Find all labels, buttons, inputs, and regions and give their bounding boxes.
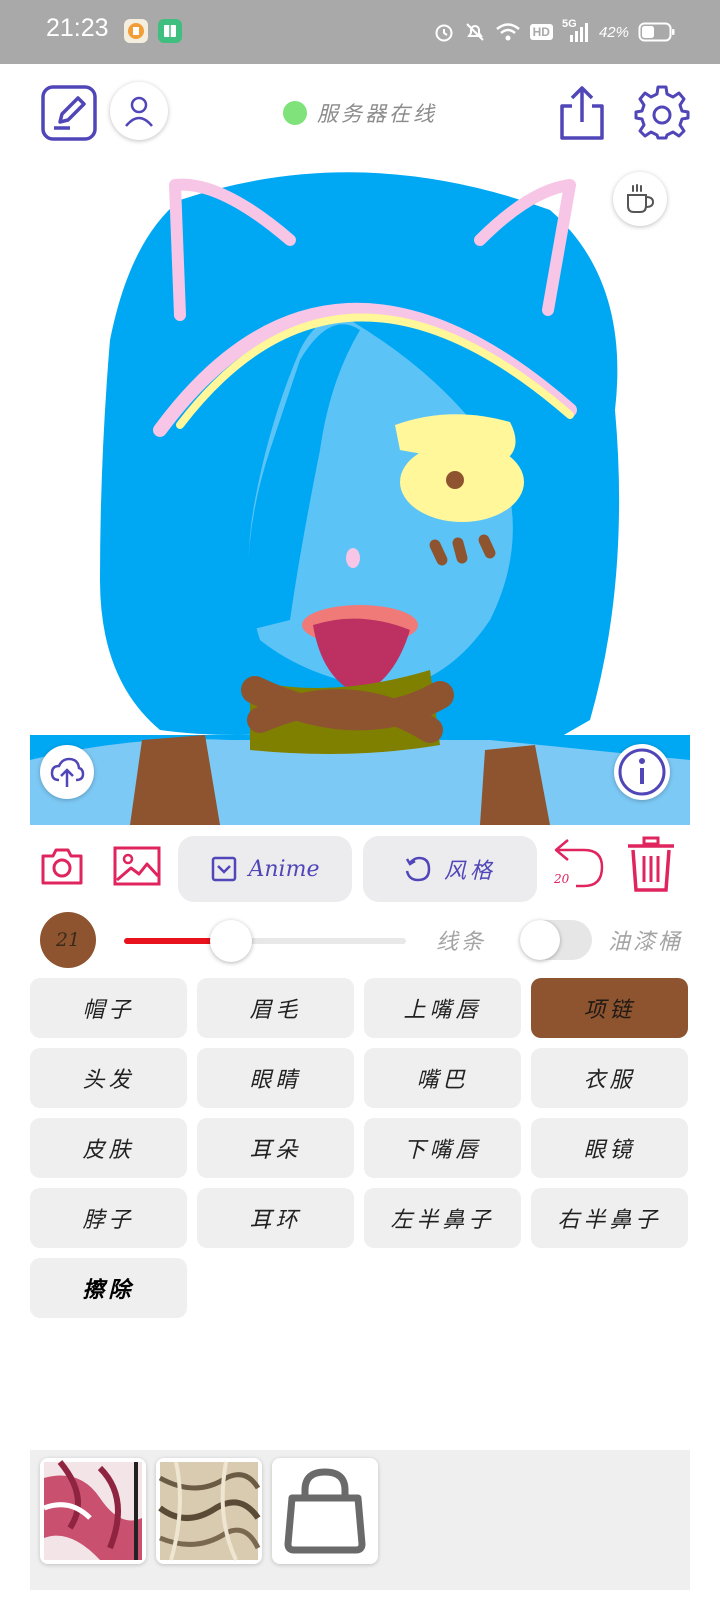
toggle-knob — [520, 920, 560, 960]
undo-button[interactable]: 20 — [552, 834, 610, 894]
status-time: 21:23 — [46, 14, 109, 42]
hd-icon: HD — [529, 24, 553, 40]
part-button[interactable]: 眉毛 — [197, 978, 354, 1038]
upload-cloud-icon — [50, 757, 85, 787]
settings-icon — [634, 85, 690, 140]
part-button[interactable]: 头发 — [30, 1048, 187, 1108]
part-button[interactable]: 衣服 — [531, 1048, 688, 1108]
upload-button[interactable] — [40, 745, 94, 799]
image-icon — [113, 846, 161, 886]
fill-mode-toggle[interactable] — [520, 920, 592, 960]
status-indicators: HD 5G 42% — [433, 17, 676, 47]
brush-row: 21 线条 油漆桶 — [0, 912, 720, 984]
alarm-icon — [435, 24, 453, 42]
line-mode-label: 线条 — [436, 930, 487, 955]
pink-texture-thumbnail[interactable] — [40, 1458, 146, 1564]
part-button[interactable]: 上嘴唇 — [364, 978, 521, 1038]
model-select-button[interactable]: Anime — [178, 836, 352, 902]
battery-percent: 42% — [598, 23, 629, 41]
coffee-icon — [627, 184, 655, 213]
tool-row: Anime 风格 20 — [0, 828, 720, 908]
shopping-bag-icon — [284, 1468, 366, 1554]
drawing-canvas[interactable] — [30, 160, 690, 825]
profile-button[interactable] — [110, 82, 168, 140]
beige-texture-thumbnail[interactable] — [156, 1458, 262, 1564]
camera-icon — [41, 848, 83, 885]
camera-button[interactable] — [40, 842, 84, 890]
style-label: 风格 — [443, 859, 496, 884]
share-button[interactable] — [556, 84, 608, 142]
qq-browser-icon — [124, 19, 148, 43]
part-button[interactable]: 左半鼻子 — [364, 1188, 521, 1248]
wifi-icon — [495, 23, 520, 41]
part-button[interactable]: 下嘴唇 — [364, 1118, 521, 1178]
part-button[interactable]: 耳环 — [197, 1188, 354, 1248]
part-button[interactable]: 脖子 — [30, 1188, 187, 1248]
part-button[interactable]: 项链 — [531, 978, 688, 1038]
part-button[interactable]: 擦除 — [30, 1258, 187, 1318]
style-button[interactable]: 风格 — [363, 836, 537, 902]
signal-icon: 5G — [562, 18, 590, 44]
info-icon — [618, 748, 666, 796]
user-icon — [125, 96, 153, 127]
battery-icon — [638, 22, 675, 42]
part-button[interactable]: 眼镜 — [531, 1118, 688, 1178]
brush-size-label: 21 — [55, 929, 81, 951]
slider-thumb[interactable] — [210, 920, 253, 962]
parts-grid: 帽子 眉毛 上嘴唇 项链头发 眼睛 嘴巴 衣服皮肤 耳朵 下嘴唇 眼镜脖子 耳环 左半鼻子 右半鼻子擦除 — [30, 978, 690, 1318]
refresh-icon — [405, 856, 431, 882]
texture-tray — [30, 1450, 690, 1590]
model-label: Anime — [248, 856, 320, 882]
brush-size-slider[interactable] — [124, 938, 406, 944]
drawing-artwork — [30, 172, 690, 825]
top-bar: 服务器在线 — [0, 64, 720, 164]
locked-item[interactable] — [272, 1458, 378, 1564]
gallery-button[interactable] — [112, 842, 162, 890]
coffee-button[interactable] — [613, 172, 667, 226]
part-button[interactable]: 嘴巴 — [364, 1048, 521, 1108]
undo-count: 20 — [554, 872, 570, 886]
status-bar: 21:23 HD 5G 42% — [0, 0, 720, 64]
mute-icon — [465, 23, 484, 41]
part-button[interactable]: 右半鼻子 — [531, 1188, 688, 1248]
server-status: 服务器在线 — [283, 98, 437, 128]
trash-icon — [628, 836, 674, 892]
dropdown-box-icon — [211, 856, 236, 882]
server-status-dot — [283, 101, 307, 125]
fill-mode-label: 油漆桶 — [608, 930, 684, 955]
brush-color-button[interactable]: 21 — [40, 912, 96, 968]
edit-icon — [41, 85, 97, 141]
green-book-app-icon — [158, 19, 182, 43]
settings-button[interactable] — [634, 84, 690, 140]
server-status-text: 服务器在线 — [317, 102, 437, 126]
info-button[interactable] — [614, 744, 670, 800]
part-button[interactable]: 耳朵 — [197, 1118, 354, 1178]
part-button[interactable]: 皮肤 — [30, 1118, 187, 1178]
delete-button[interactable] — [626, 836, 676, 894]
part-button[interactable]: 帽子 — [30, 978, 187, 1038]
part-button[interactable]: 眼睛 — [197, 1048, 354, 1108]
edit-button[interactable] — [40, 84, 98, 142]
share-icon — [560, 86, 604, 140]
